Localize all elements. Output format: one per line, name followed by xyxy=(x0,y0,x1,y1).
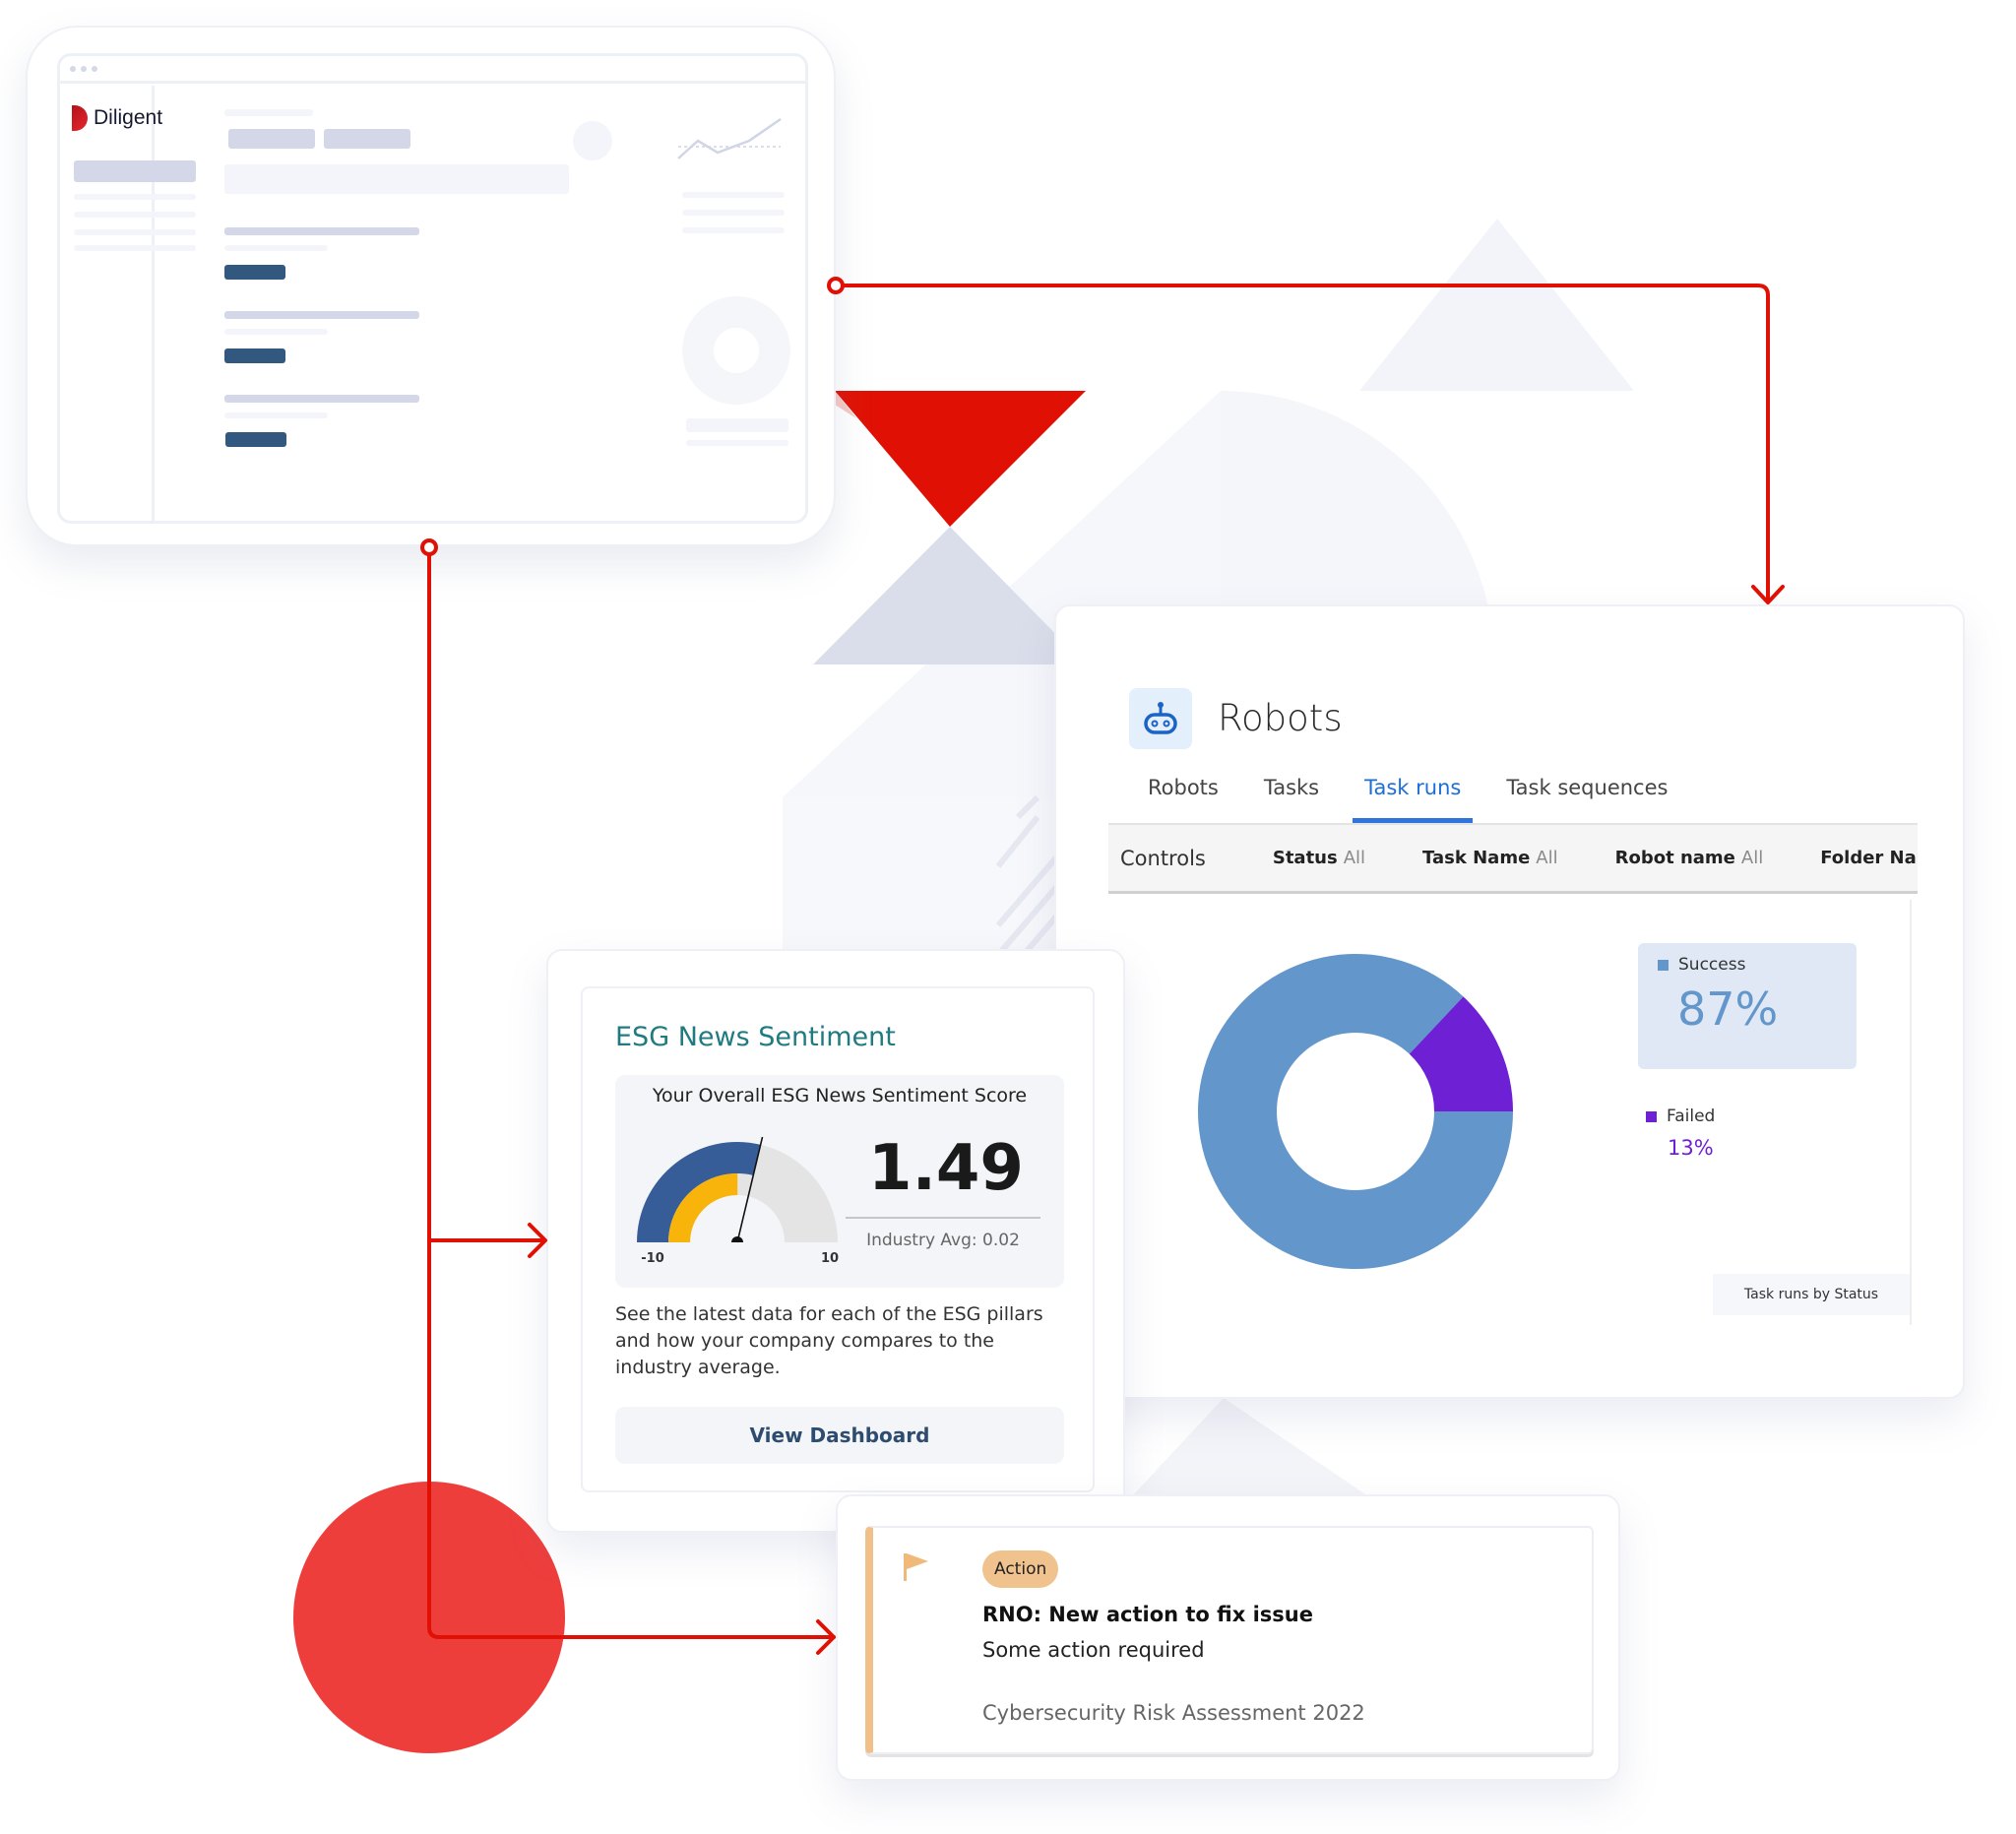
legend-value-failed: 13% xyxy=(1668,1136,1714,1160)
filter-value: All xyxy=(1740,848,1764,868)
tab-task-runs[interactable]: Task runs xyxy=(1353,766,1474,823)
controls-bar: Controls Status All Task Name All Robot na… xyxy=(1108,823,1918,894)
skeleton-avatar xyxy=(573,121,612,160)
legend-value-success: 87% xyxy=(1677,982,1779,1036)
mockup-sidebar: Diligent xyxy=(60,86,196,521)
esg-inner-card: ESG News Sentiment Your Overall ESG News… xyxy=(581,986,1095,1492)
red-circle xyxy=(293,1482,565,1753)
skeleton-bar xyxy=(224,311,419,319)
filter-name: Status xyxy=(1272,848,1338,868)
skeleton-bar xyxy=(74,212,196,218)
skeleton-bar xyxy=(686,440,788,446)
skeleton-bar xyxy=(224,412,328,418)
esg-news-sentiment-card: ESG News Sentiment Your Overall ESG News… xyxy=(546,949,1125,1533)
skeleton-bar xyxy=(74,245,196,251)
filter-folder-name[interactable]: Folder Name xyxy=(1820,848,1918,868)
bg-triangle-bottom xyxy=(1132,1398,1368,1496)
red-triangle xyxy=(835,391,1086,527)
skeleton-bar xyxy=(682,227,785,233)
filter-task-name[interactable]: Task Name All xyxy=(1422,848,1558,868)
task-runs-chart: Success 87% Failed 13% Task runs by Stat… xyxy=(1114,900,1912,1325)
skeleton-bar xyxy=(224,329,328,335)
skeleton-bar xyxy=(74,194,196,200)
logo-text: Diligent xyxy=(94,106,163,129)
gauge-hub xyxy=(731,1236,743,1242)
industry-avg: Industry Avg: 0.02 xyxy=(866,1231,1020,1250)
mini-donut-icon xyxy=(682,296,790,405)
tab-tasks[interactable]: Tasks xyxy=(1260,766,1323,809)
sentiment-gauge: -10 10 xyxy=(637,1136,839,1266)
skeleton-bar xyxy=(682,192,785,198)
diligent-logo-icon xyxy=(72,105,88,131)
flag-icon xyxy=(904,1553,928,1581)
tab-task-sequences[interactable]: Task sequences xyxy=(1502,766,1671,809)
skeleton-chip xyxy=(324,129,410,149)
gauge-max-label: 10 xyxy=(821,1251,839,1266)
view-dashboard-button[interactable]: View Dashboard xyxy=(615,1407,1064,1464)
mini-line-chart-icon xyxy=(677,117,782,159)
skeleton-block xyxy=(224,164,569,194)
skeleton-bar xyxy=(686,418,788,432)
skeleton-bar xyxy=(682,210,785,216)
legend-swatch-failed xyxy=(1646,1110,1657,1122)
esg-score-box: Your Overall ESG News Sentiment Score -1… xyxy=(615,1075,1064,1288)
legend-failed[interactable]: Failed 13% xyxy=(1646,1107,1715,1160)
action-item[interactable]: Action RNO: New action to fix issue Some… xyxy=(865,1526,1594,1754)
robots-panel: Robots Robots Tasks Task runs Task seque… xyxy=(1054,604,1965,1399)
robot-icon xyxy=(1129,688,1192,749)
action-title: RNO: New action to fix issue xyxy=(982,1603,1313,1626)
legend-label-failed: Failed xyxy=(1667,1107,1716,1126)
skeleton-bar xyxy=(74,229,196,235)
skeleton-bar xyxy=(224,245,328,251)
tab-bar: Robots Tasks Task runs Task sequences xyxy=(1144,766,1709,823)
page-title: Robots xyxy=(1218,697,1343,739)
controls-label: Controls xyxy=(1120,846,1206,870)
bg-triangle-top xyxy=(1359,219,1634,391)
window-dots-icon xyxy=(70,66,97,72)
esg-score-value: 1.49 xyxy=(868,1132,1024,1205)
filter-value: All xyxy=(1343,848,1366,868)
mockup-topbar xyxy=(60,56,805,84)
skeleton-button xyxy=(225,432,286,447)
skeleton-bar xyxy=(224,109,313,116)
skeleton-button xyxy=(224,348,285,363)
skeleton-bar xyxy=(224,227,419,235)
diligent-logo: Diligent xyxy=(72,105,162,131)
gauge-min-label: -10 xyxy=(641,1251,664,1266)
filter-name: Folder Name xyxy=(1820,848,1918,868)
legend-swatch-success xyxy=(1658,959,1669,971)
chart-caption: Task runs by Status xyxy=(1713,1274,1910,1315)
action-meta: Cybersecurity Risk Assessment 2022 xyxy=(982,1701,1365,1725)
legend-success[interactable]: Success 87% xyxy=(1638,943,1857,1069)
legend-label-success: Success xyxy=(1678,955,1746,975)
filter-robot-name[interactable]: Robot name All xyxy=(1615,848,1764,868)
action-card: Action RNO: New action to fix issue Some… xyxy=(836,1494,1620,1781)
skeleton-button xyxy=(224,265,285,280)
donut-chart xyxy=(1198,954,1513,1269)
robots-content: Robots Robots Tasks Task runs Task seque… xyxy=(1108,667,1918,1347)
esg-description: See the latest data for each of the ESG … xyxy=(615,1303,1043,1378)
filter-name: Robot name xyxy=(1614,848,1735,868)
mockup-screen: Diligent xyxy=(57,53,808,524)
esg-score-title: Your Overall ESG News Sentiment Score xyxy=(652,1085,1028,1107)
divider xyxy=(846,1217,1040,1219)
filter-status[interactable]: Status All xyxy=(1273,848,1365,868)
skeleton-bar xyxy=(224,395,419,403)
app-mockup-tablet: Diligent xyxy=(26,26,836,546)
action-subtitle: Some action required xyxy=(982,1638,1205,1662)
filter-value: All xyxy=(1536,848,1558,868)
esg-title: ESG News Sentiment xyxy=(615,1022,896,1052)
action-badge: Action xyxy=(982,1550,1059,1588)
skeleton-chip xyxy=(228,129,315,149)
filter-name: Task Name xyxy=(1422,848,1531,868)
skeleton-bar xyxy=(74,160,196,182)
tab-robots[interactable]: Robots xyxy=(1144,766,1223,809)
